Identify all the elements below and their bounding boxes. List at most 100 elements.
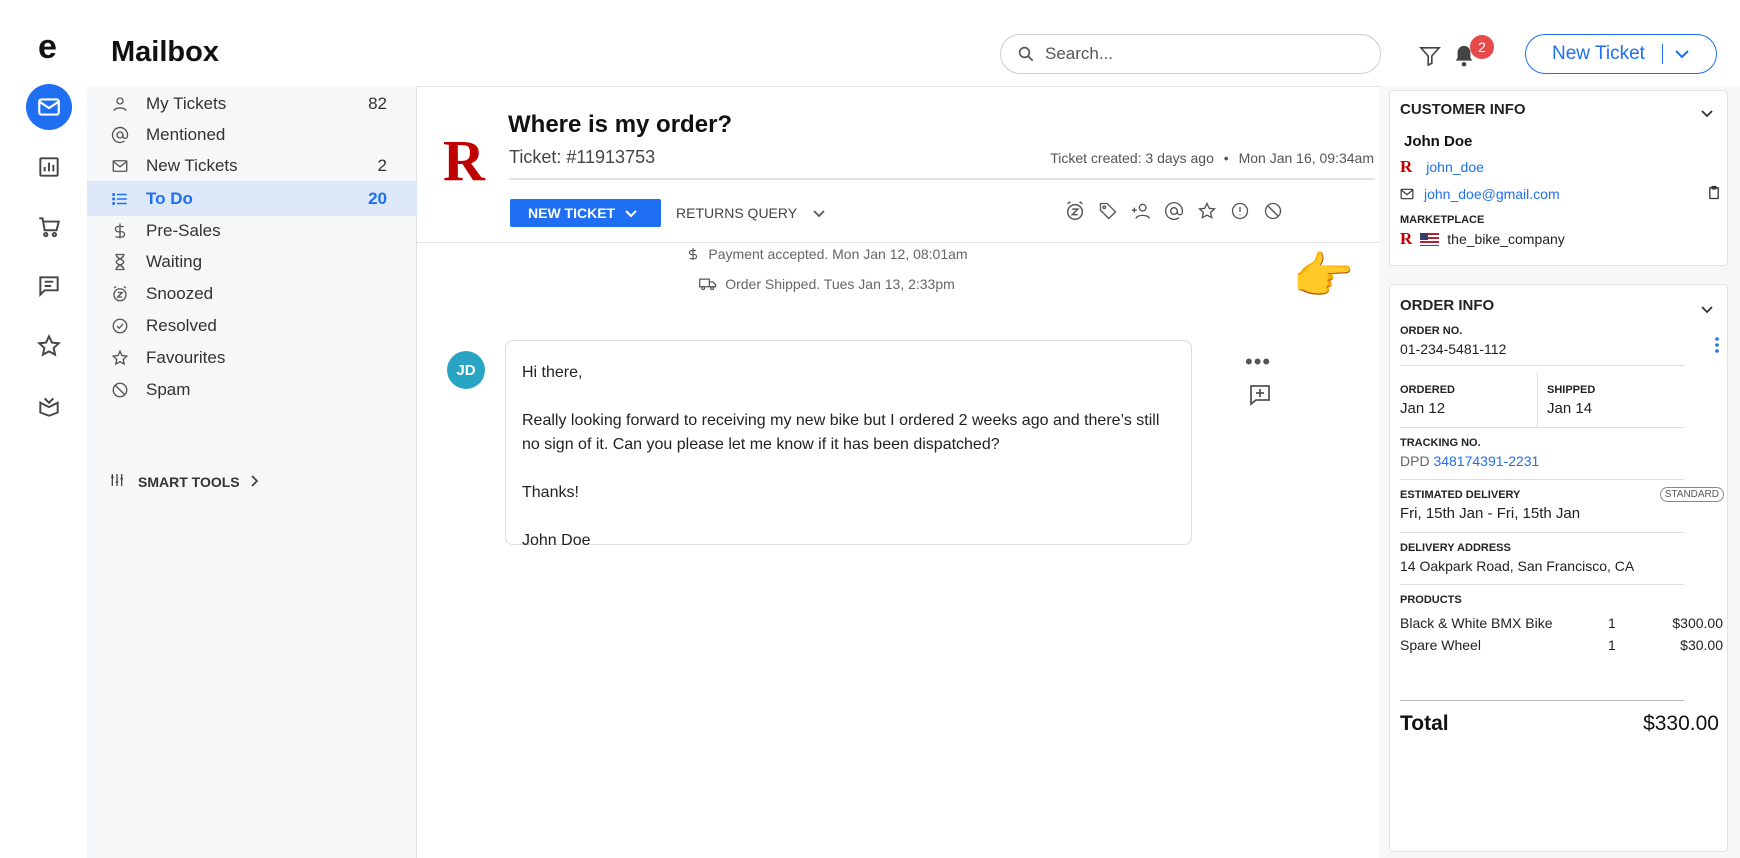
sidebar-item-snoozed[interactable]: Snoozed (87, 276, 417, 311)
check-circle-icon (109, 315, 131, 337)
ticket-created-date: Mon Jan 16, 09:34am (1238, 150, 1374, 166)
search-input[interactable] (1045, 44, 1355, 64)
sidebar-item-count: 2 (377, 155, 387, 175)
customer-info-card: CUSTOMER INFO John Doe R john_doe john_d… (1389, 90, 1728, 266)
marketplace-logo: R (1400, 157, 1413, 176)
mention-icon[interactable] (1162, 199, 1186, 223)
left-rail: e (0, 0, 87, 858)
avatar[interactable]: JD (447, 351, 485, 389)
ticket-number: Ticket: #11913753 (509, 147, 656, 167)
category-dropdown[interactable]: RETURNS QUERY (676, 205, 825, 221)
tag-icon[interactable] (1096, 199, 1120, 223)
star-icon[interactable] (26, 323, 72, 369)
envelope-icon (1400, 188, 1414, 200)
divider (1400, 584, 1684, 585)
snooze-icon[interactable] (1063, 199, 1087, 223)
sidebar-item-new-tickets[interactable]: New Tickets 2 (87, 148, 417, 183)
kebab-menu-icon[interactable] (1715, 337, 1719, 358)
product-name-link[interactable]: Spare Wheel (1400, 637, 1481, 653)
sidebar-item-label: Resolved (146, 315, 217, 335)
ticket-created-ago: Ticket created: 3 days ago (1050, 150, 1214, 166)
add-note-icon[interactable] (1248, 383, 1272, 412)
favourite-icon[interactable] (1195, 199, 1219, 223)
sidebar-item-resolved[interactable]: Resolved (87, 308, 417, 343)
sidebar-item-label: Waiting (146, 251, 203, 271)
chart-icon[interactable] (26, 144, 72, 190)
customer-name: John Doe (1404, 133, 1473, 150)
divider (1400, 479, 1684, 480)
delivery-address-link[interactable]: 14 Oakpark Road, San Francisco, CA (1400, 558, 1634, 574)
chevron-down-icon[interactable] (1701, 301, 1713, 319)
sidebar-item-my-tickets[interactable]: My Tickets 82 (87, 86, 417, 121)
order-info-card: ORDER INFO ORDER NO. 01-234-5481-112 ORD… (1389, 284, 1728, 852)
total-label: Total (1400, 712, 1449, 735)
order-no-value: 01-234-5481-112 (1400, 341, 1507, 357)
cart-icon[interactable] (26, 204, 72, 250)
box-icon[interactable] (26, 383, 72, 429)
category-label: RETURNS QUERY (676, 205, 798, 221)
smart-tools-toggle[interactable]: SMART TOOLS (109, 472, 258, 491)
sidebar-item-favourites[interactable]: Favourites (87, 340, 417, 375)
products-label: PRODUCTS (1400, 594, 1462, 606)
sidebar-item-mentioned[interactable]: Mentioned (87, 117, 417, 152)
block-icon[interactable] (1261, 199, 1285, 223)
dollar-icon (689, 248, 698, 260)
new-ticket-button[interactable]: New Ticket (1525, 34, 1717, 74)
sidebar-item-label: Mentioned (146, 124, 226, 144)
smart-tools-label: SMART TOOLS (138, 473, 240, 490)
divider (1661, 44, 1664, 64)
chevron-down-icon[interactable] (1675, 43, 1690, 65)
dollar-icon (109, 220, 131, 242)
pointing-hand-icon: 👉 (1292, 248, 1355, 304)
divider (509, 178, 1375, 180)
sidebar-item-waiting[interactable]: Waiting (87, 244, 417, 279)
estimated-delivery-label: ESTIMATED DELIVERY (1400, 489, 1521, 501)
product-qty: 1 (1608, 615, 1616, 631)
sidebar-item-label: Pre-Sales (146, 220, 221, 240)
customer-username-link[interactable]: john_doe (1426, 159, 1484, 175)
app-logo[interactable]: e (38, 28, 57, 67)
search-box[interactable] (1000, 34, 1381, 74)
total-value: $330.00 (1643, 712, 1719, 735)
status-dropdown[interactable]: NEW TICKET (510, 199, 661, 227)
sidebar-item-count: 82 (368, 93, 387, 113)
message-paragraph: Hi there, (522, 364, 583, 381)
event-text: Payment accepted. Mon Jan 12, 08:01am (708, 246, 968, 262)
assign-user-icon[interactable] (1129, 199, 1153, 223)
sidebar-item-label: To Do (146, 188, 193, 208)
customer-email-link[interactable]: john_doe@gmail.com (1424, 186, 1560, 202)
brand-logo: R (443, 128, 485, 193)
sidebar-item-label: Favourites (146, 347, 226, 367)
more-options-icon[interactable]: ••• (1245, 349, 1271, 375)
chevron-down-icon (813, 205, 825, 221)
product-name-link[interactable]: Black & White BMX Bike (1400, 615, 1553, 631)
sidebar-item-to-do[interactable]: To Do 20 (87, 181, 417, 216)
filter-icon[interactable] (1419, 46, 1441, 71)
alert-icon[interactable] (1228, 199, 1252, 223)
tracking-link[interactable]: 348174391-2231 (1433, 453, 1539, 469)
order-info-heading: ORDER INFO (1400, 297, 1495, 314)
chevron-down-icon (625, 205, 637, 221)
chevron-down-icon[interactable] (1701, 105, 1713, 123)
tracking-row: DPD 348174391-2231 (1400, 453, 1539, 469)
ticket-created: Ticket created: 3 days ago • Mon Jan 16,… (1050, 150, 1374, 166)
new-ticket-label: New Ticket (1552, 43, 1645, 64)
notification-badge: 2 (1470, 35, 1494, 59)
sidebar-item-pre-sales[interactable]: Pre-Sales (87, 213, 417, 248)
clipboard-icon[interactable] (1708, 185, 1720, 203)
divider (1400, 532, 1684, 533)
sidebar-item-spam[interactable]: Spam (87, 372, 417, 407)
shipped-value: Jan 14 (1547, 400, 1593, 417)
divider (1400, 700, 1684, 701)
hourglass-icon (109, 251, 131, 273)
mail-icon[interactable] (26, 84, 72, 130)
list-icon (109, 188, 131, 210)
us-flag-icon (1420, 232, 1440, 246)
message-paragraph: Thanks! (522, 484, 579, 501)
marketplace-name: the_bike_company (1447, 231, 1565, 247)
customer-email-row: john_doe@gmail.com (1400, 185, 1720, 203)
estimated-delivery-value: Fri, 15th Jan - Fri, 15th Jan (1400, 505, 1581, 522)
marketplace-logo: R (1400, 229, 1413, 248)
chat-icon[interactable] (26, 263, 72, 309)
customer-info-heading: CUSTOMER INFO (1400, 101, 1526, 118)
